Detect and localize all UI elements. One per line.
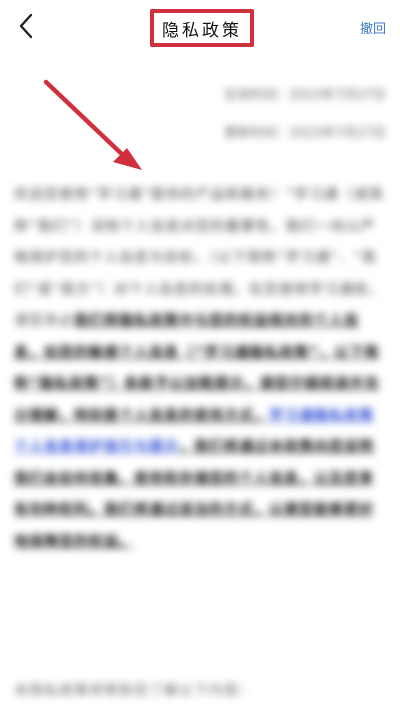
page-title: 隐私政策 bbox=[162, 20, 242, 41]
withdraw-button[interactable]: 撤回 bbox=[360, 18, 386, 37]
effective-date: 生效时间：2023年7月27日 bbox=[224, 88, 386, 103]
policy-content: 生效时间：2023年7月27日 更新时间：2023年7月27日 欢迎您使用“学习… bbox=[0, 54, 400, 716]
update-date: 更新时间：2023年7月27日 bbox=[224, 126, 386, 141]
nav-bar: 隐私政策 撤回 bbox=[0, 0, 400, 54]
title-highlight-box: 隐私政策 bbox=[150, 9, 254, 47]
bold-tail-text: ，我们将通过本政策向您说明我们会如何收集、使用和存储您的个人信息，以及您享有何种… bbox=[14, 439, 374, 550]
back-button[interactable] bbox=[12, 12, 40, 40]
section-intro: 本隐私政策将帮助您了解以下内容： bbox=[14, 683, 254, 699]
intro-text: 欢迎您使用“学习通”提供的产品和服务！“学习通（或简称“我们”）深知个人信息对您… bbox=[14, 187, 384, 329]
chevron-left-icon bbox=[19, 13, 33, 39]
policy-paragraph: 欢迎您使用“学习通”提供的产品和服务！“学习通（或简称“我们”）深知个人信息对您… bbox=[14, 180, 384, 558]
